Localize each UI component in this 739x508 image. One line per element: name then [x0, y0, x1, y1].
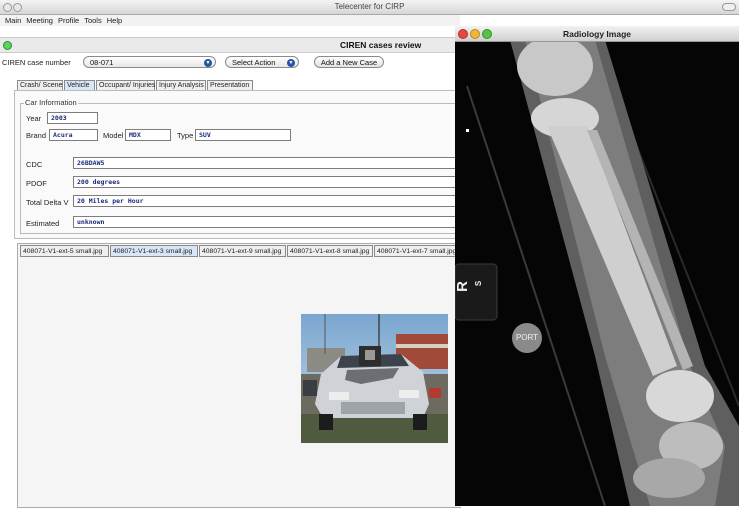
select-action-dropdown[interactable]: Select Action ▼: [225, 56, 299, 68]
tab-injury-analysis[interactable]: Injury Analysis: [156, 80, 206, 90]
case-number-value: 08-071: [90, 58, 114, 67]
cdc-label: CDC: [26, 160, 43, 169]
image-tab-ext-9[interactable]: 408071-V1-ext-9 small.jpg: [199, 245, 286, 257]
review-title: CIREN cases review: [340, 40, 422, 50]
case-number-select[interactable]: 08-071 ▼: [83, 56, 216, 68]
side-marker-small: S: [474, 280, 484, 287]
side-marker-letter: R: [453, 281, 471, 292]
model-label: Model: [103, 131, 124, 140]
brand-field[interactable]: Acura: [49, 129, 98, 141]
menu-tools[interactable]: Tools: [84, 15, 102, 26]
radiology-window: R S PORT: [453, 26, 739, 506]
vehicle-photo: [301, 314, 448, 443]
type-field[interactable]: SUV: [195, 129, 291, 141]
tab-occupant-injuries[interactable]: Occupant/ Injuries: [96, 80, 155, 90]
window-title: Telecenter for CIRP: [334, 2, 405, 11]
image-tab-ext-3[interactable]: 408071-V1-ext-3 small.jpg: [110, 245, 198, 257]
year-label: Year: [26, 114, 42, 123]
pdof-label: PDOF: [26, 179, 47, 188]
total-delta-v-field[interactable]: 20 Miles per Hour: [73, 195, 460, 207]
menu-bar: Main Meeting Profile Tools Help: [0, 15, 460, 26]
year-field[interactable]: 2003: [47, 112, 98, 124]
type-label: Type: [177, 131, 194, 140]
menu-meeting[interactable]: Meeting: [26, 15, 53, 26]
image-tab-ext-7[interactable]: 408071-V1-ext-7 small.jpg: [374, 245, 460, 257]
cdc-field[interactable]: 26BDAW5: [73, 157, 460, 169]
select-action-label: Select Action: [232, 58, 276, 67]
menu-help[interactable]: Help: [107, 15, 122, 26]
tab-vehicle[interactable]: Vehicle: [64, 80, 95, 90]
add-case-button[interactable]: Add a New Case: [314, 56, 384, 68]
image-tab-ext-5[interactable]: 408071-V1-ext-5 small.jpg: [20, 245, 109, 257]
image-tab-ext-8[interactable]: 408071-V1-ext-8 small.jpg: [287, 245, 373, 257]
menu-main[interactable]: Main: [5, 15, 21, 26]
total-delta-v-label: Total Delta V: [26, 198, 69, 207]
status-indicator-icon: [3, 41, 12, 50]
radiology-title: Radiology Image: [562, 29, 631, 39]
chevron-down-icon: ▼: [287, 59, 295, 67]
estimated-field[interactable]: unknown: [73, 216, 460, 228]
pdof-field[interactable]: 200 degrees: [73, 176, 460, 188]
port-marker: PORT: [512, 323, 542, 353]
estimated-label: Estimated: [26, 219, 60, 228]
car-information-legend: Car Information: [24, 98, 78, 107]
toolbar-toggle-button[interactable]: [722, 3, 736, 11]
model-field[interactable]: MDX: [125, 129, 171, 141]
tab-presentation[interactable]: Presentation: [207, 80, 253, 90]
tab-crash-scene[interactable]: Crash/ Scene: [17, 80, 63, 90]
radiology-titlebar: Radiology Image: [455, 26, 739, 42]
main-window-titlebar: Telecenter for CIRP: [0, 0, 739, 15]
review-header: CIREN cases review: [0, 37, 460, 53]
chevron-down-icon: ▼: [204, 59, 212, 67]
brand-label: Brand: [26, 131, 47, 140]
case-number-label: CIREN case number: [2, 58, 71, 67]
menu-profile[interactable]: Profile: [58, 15, 79, 26]
